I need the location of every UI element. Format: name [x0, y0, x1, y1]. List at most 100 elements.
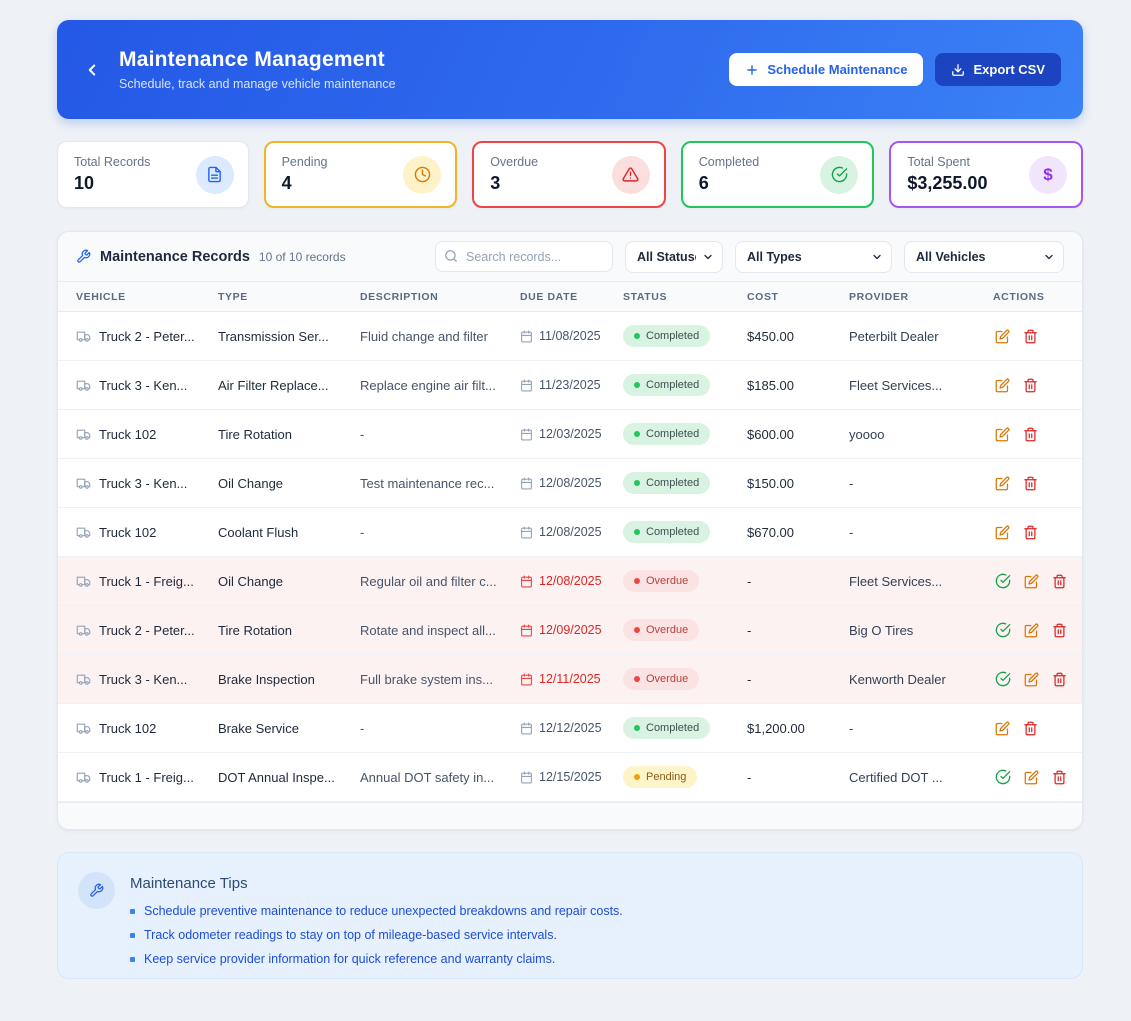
edit-button[interactable] [993, 376, 1012, 395]
edit-button[interactable] [993, 425, 1012, 444]
edit-button[interactable] [993, 474, 1012, 493]
status-cell: Overdue [623, 668, 747, 690]
mark-complete-button[interactable] [993, 669, 1013, 689]
delete-button[interactable] [1021, 376, 1040, 395]
edit-button[interactable] [1022, 670, 1041, 689]
status-dot-icon [634, 382, 640, 388]
status-badge: Completed [623, 325, 710, 347]
back-button[interactable] [79, 57, 105, 83]
page-header: Maintenance Management Schedule, track a… [57, 20, 1083, 119]
stat-value: 10 [74, 173, 150, 194]
due-date-text: 12/15/2025 [539, 770, 602, 784]
truck-icon [76, 525, 91, 540]
stats-row: Total Records 10 Pending 4 Overdue 3 Com… [57, 141, 1083, 208]
stat-card-overdue: Overdue 3 [472, 141, 666, 208]
mark-complete-button[interactable] [993, 767, 1013, 787]
delete-button[interactable] [1050, 621, 1069, 640]
plus-icon [745, 63, 759, 77]
status-text: Completed [646, 330, 699, 342]
stat-label: Total Records [74, 155, 150, 169]
search-input[interactable] [435, 241, 613, 272]
cost-cell: - [747, 770, 849, 785]
column-header-vehicle: VEHICLE [76, 291, 218, 303]
description-cell: Regular oil and filter c... [360, 574, 520, 589]
type-filter-select[interactable]: All Types [735, 241, 892, 273]
actions-cell [993, 425, 1064, 444]
vehicle-cell: Truck 3 - Ken... [76, 672, 218, 687]
status-cell: Completed [623, 472, 747, 494]
due-date-cell: 12/08/2025 [520, 574, 623, 588]
maintenance-tips-card: Maintenance Tips Schedule preventive mai… [57, 852, 1083, 979]
status-text: Completed [646, 379, 699, 391]
table-row: Truck 102 Coolant Flush - 12/08/2025 Com… [58, 508, 1082, 557]
description-cell: - [360, 721, 520, 736]
table-row: Truck 102 Brake Service - 12/12/2025 Com… [58, 704, 1082, 753]
status-badge: Overdue [623, 570, 699, 592]
stat-card-completed: Completed 6 [681, 141, 875, 208]
column-header-cost: COST [747, 291, 849, 303]
due-date-text: 12/12/2025 [539, 721, 602, 735]
delete-button[interactable] [1050, 768, 1069, 787]
delete-button[interactable] [1021, 327, 1040, 346]
schedule-maintenance-button[interactable]: Schedule Maintenance [729, 53, 923, 86]
edit-button[interactable] [1022, 621, 1041, 640]
status-dot-icon [634, 676, 640, 682]
table-row: Truck 1 - Freig... DOT Annual Inspe... A… [58, 753, 1082, 802]
status-cell: Completed [623, 325, 747, 347]
dollar-icon: $ [1029, 156, 1067, 194]
trash-icon [1023, 525, 1038, 540]
mark-complete-button[interactable] [993, 620, 1013, 640]
vehicle-name: Truck 3 - Ken... [99, 476, 187, 491]
edit-button[interactable] [1022, 768, 1041, 787]
status-text: Completed [646, 722, 699, 734]
edit-icon [995, 378, 1010, 393]
edit-button[interactable] [993, 523, 1012, 542]
column-header-due-date: DUE DATE [520, 291, 623, 303]
cost-cell: $450.00 [747, 329, 849, 344]
vehicle-filter-select[interactable]: All Vehicles [904, 241, 1064, 273]
edit-icon [995, 476, 1010, 491]
export-csv-button[interactable]: Export CSV [935, 53, 1061, 86]
provider-cell: - [849, 721, 993, 736]
status-text: Completed [646, 526, 699, 538]
edit-icon [1024, 770, 1039, 785]
table-row: Truck 1 - Freig... Oil Change Regular oi… [58, 557, 1082, 606]
check-circle-icon [995, 769, 1011, 785]
truck-icon [76, 574, 91, 589]
actions-cell [993, 474, 1064, 493]
page-title: Maintenance Management [119, 48, 715, 72]
records-count: 10 of 10 records [259, 250, 346, 264]
vehicle-name: Truck 1 - Freig... [99, 574, 194, 589]
delete-button[interactable] [1021, 425, 1040, 444]
actions-cell [993, 327, 1064, 346]
calendar-icon [520, 722, 533, 735]
tips-list: Schedule preventive maintenance to reduc… [130, 904, 623, 966]
delete-button[interactable] [1021, 523, 1040, 542]
vehicle-name: Truck 3 - Ken... [99, 378, 187, 393]
vehicle-name: Truck 102 [99, 427, 156, 442]
status-dot-icon [634, 529, 640, 535]
provider-cell: Fleet Services... [849, 574, 993, 589]
export-button-label: Export CSV [973, 62, 1045, 77]
edit-button[interactable] [993, 719, 1012, 738]
type-cell: Oil Change [218, 476, 360, 491]
delete-button[interactable] [1021, 719, 1040, 738]
type-cell: Coolant Flush [218, 525, 360, 540]
delete-button[interactable] [1050, 670, 1069, 689]
status-badge: Overdue [623, 619, 699, 641]
delete-button[interactable] [1021, 474, 1040, 493]
header-text: Maintenance Management Schedule, track a… [119, 48, 715, 91]
table-row: Truck 2 - Peter... Tire Rotation Rotate … [58, 606, 1082, 655]
actions-cell [993, 767, 1069, 787]
mark-complete-button[interactable] [993, 571, 1013, 591]
vehicle-cell: Truck 102 [76, 721, 218, 736]
due-date-text: 11/08/2025 [539, 329, 601, 343]
maintenance-records-card: Maintenance Records 10 of 10 records All… [57, 231, 1083, 830]
edit-button[interactable] [1022, 572, 1041, 591]
column-header-actions: ACTIONS [993, 291, 1064, 303]
delete-button[interactable] [1050, 572, 1069, 591]
edit-button[interactable] [993, 327, 1012, 346]
status-filter-select[interactable]: All Statuses [625, 241, 723, 273]
actions-cell [993, 523, 1064, 542]
calendar-icon [520, 379, 533, 392]
